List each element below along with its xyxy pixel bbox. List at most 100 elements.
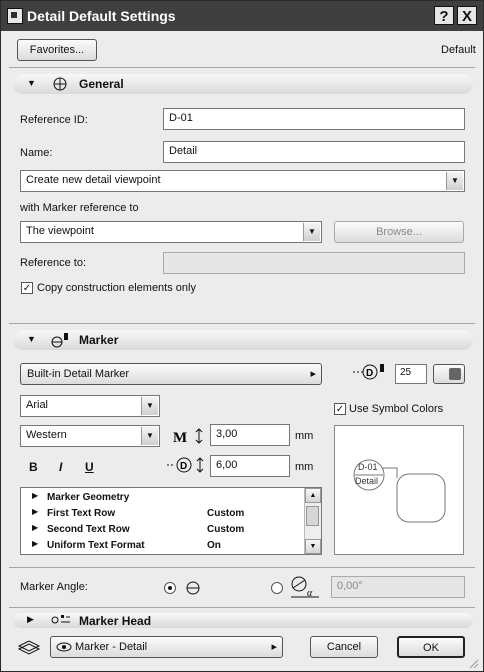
general-section-header[interactable]: ▼ General: [13, 74, 473, 94]
text-height-icon: M: [173, 428, 203, 445]
script-value: Western: [26, 429, 67, 441]
angled-marker-icon: α: [291, 576, 319, 599]
reference-id-input[interactable]: D-01: [163, 108, 465, 130]
dialog-window: Detail Default Settings ? X Favorites...…: [0, 0, 484, 672]
resize-grip-icon[interactable]: [467, 657, 479, 669]
text-height-unit: mm: [295, 430, 314, 442]
marker-head-icon: [51, 615, 70, 624]
horizontal-angle-radio[interactable]: [164, 582, 176, 594]
create-mode-value: Create new detail viewpoint: [26, 174, 161, 186]
font-select[interactable]: Arial ▼: [20, 395, 160, 417]
marker-type-button[interactable]: Built-in Detail Marker ▸: [20, 363, 322, 385]
chevron-down-icon[interactable]: ▼: [446, 172, 463, 190]
expand-triangle-icon[interactable]: ▶: [32, 507, 38, 516]
font-value: Arial: [26, 399, 49, 411]
use-symbol-colors-label: Use Symbol Colors: [349, 403, 444, 415]
expand-triangle-icon[interactable]: ▶: [32, 491, 38, 500]
divider: [9, 567, 475, 568]
default-label: Default: [441, 44, 476, 56]
resize-grip[interactable]: [467, 657, 479, 669]
cancel-button[interactable]: Cancel: [310, 636, 378, 658]
marker-head-title: Marker Head: [79, 614, 152, 628]
horizontal-marker-icon: [186, 581, 200, 595]
help-button[interactable]: ?: [434, 6, 454, 25]
preview-text-row-1: D-01: [358, 462, 378, 472]
create-mode-select[interactable]: Create new detail viewpoint ▼: [20, 170, 465, 192]
arrow-right-icon: ▸: [310, 368, 316, 380]
marker-reference-label: with Marker reference to: [20, 202, 139, 214]
underline-button[interactable]: U: [85, 460, 94, 474]
title-bar: Detail Default Settings ? X: [1, 1, 483, 31]
marker-reference-value: The viewpoint: [26, 225, 94, 237]
bold-button[interactable]: B: [29, 460, 38, 474]
scroll-up-icon[interactable]: ▲: [305, 488, 321, 503]
marker-type-value: Built-in Detail Marker: [27, 368, 130, 380]
pen-swatch-icon: [449, 368, 461, 380]
collapse-triangle-icon[interactable]: ▶: [27, 614, 34, 625]
italic-button[interactable]: I: [59, 460, 62, 474]
window-title: Detail Default Settings: [27, 8, 176, 24]
layer-button[interactable]: Marker - Detail ▸: [50, 636, 283, 658]
ok-button[interactable]: OK: [397, 636, 465, 658]
preview-text-row-2: Detail: [355, 476, 379, 486]
general-settings-icon: [53, 77, 67, 91]
pen-color-button[interactable]: [433, 364, 465, 384]
marker-diameter-icon: D: [167, 457, 204, 473]
marker-preview: D-01 Detail: [334, 425, 464, 555]
close-button[interactable]: X: [457, 6, 477, 25]
angle-input[interactable]: 0,00°: [331, 576, 465, 598]
marker-diameter-input[interactable]: 6,00: [210, 455, 290, 477]
svg-text:D: D: [366, 368, 373, 379]
marker-settings-tree[interactable]: ▶ Marker Geometry ▶ First Text Row Custo…: [20, 487, 322, 555]
chevron-down-icon[interactable]: ▼: [141, 427, 158, 445]
copy-elements-label: Copy construction elements only: [37, 282, 196, 294]
marker-icon: [51, 333, 68, 348]
favorites-button[interactable]: Favorites...: [17, 39, 97, 61]
scroll-down-icon[interactable]: ▼: [305, 539, 321, 554]
svg-text:M: M: [173, 430, 187, 445]
expand-triangle-icon[interactable]: ▶: [32, 539, 38, 548]
marker-section-title: Marker: [79, 333, 119, 347]
use-symbol-colors-checkbox[interactable]: ✓: [334, 403, 346, 415]
marker-size-icon: D: [353, 364, 384, 380]
copy-elements-checkbox[interactable]: ✓: [21, 282, 33, 294]
eye-icon: [56, 642, 72, 652]
reference-to-label: Reference to:: [20, 257, 87, 269]
expand-triangle-icon[interactable]: ▶: [32, 523, 38, 532]
layer-icon: [17, 640, 41, 655]
divider: [9, 323, 475, 324]
marker-diameter-unit: mm: [295, 461, 314, 473]
divider: [9, 67, 475, 68]
expand-triangle-icon[interactable]: ▼: [27, 334, 36, 344]
browse-button[interactable]: Browse...: [334, 221, 464, 243]
text-height-input[interactable]: 3,00: [210, 424, 290, 446]
marker-section-header[interactable]: ▼ Marker: [13, 330, 473, 350]
marker-size-input[interactable]: 25: [395, 364, 427, 384]
reference-to-field[interactable]: [163, 252, 465, 274]
tree-item[interactable]: ▶ Marker Geometry: [21, 490, 305, 506]
app-icon: [7, 8, 23, 24]
arrow-right-icon: ▸: [271, 641, 277, 653]
layer-value: Marker - Detail: [75, 641, 148, 653]
custom-angle-radio[interactable]: [271, 582, 283, 594]
name-input[interactable]: Detail: [163, 141, 465, 163]
tree-item[interactable]: ▶ Second Text Row Custom: [21, 522, 305, 538]
scroll-thumb[interactable]: [306, 506, 319, 526]
expand-triangle-icon[interactable]: ▼: [27, 78, 36, 88]
general-section-title: General: [79, 77, 124, 91]
marker-reference-select[interactable]: The viewpoint ▼: [20, 221, 322, 243]
marker-angle-label: Marker Angle:: [20, 581, 88, 593]
script-select[interactable]: Western ▼: [20, 425, 160, 447]
name-label: Name:: [20, 147, 53, 159]
tree-item[interactable]: ▶ First Text Row Custom: [21, 506, 305, 522]
tree-item[interactable]: ▶ Uniform Text Format On: [21, 538, 305, 554]
svg-text:α: α: [307, 588, 313, 599]
detail-marker-preview-graphic: [353, 459, 446, 523]
svg-text:D: D: [180, 461, 187, 472]
divider: [9, 607, 475, 608]
tree-scrollbar[interactable]: ▲ ▼: [304, 488, 321, 554]
reference-id-label: Reference ID:: [20, 114, 88, 126]
marker-head-section-header[interactable]: ▶ Marker Head: [13, 613, 473, 628]
chevron-down-icon[interactable]: ▼: [303, 223, 320, 241]
chevron-down-icon[interactable]: ▼: [141, 397, 158, 415]
